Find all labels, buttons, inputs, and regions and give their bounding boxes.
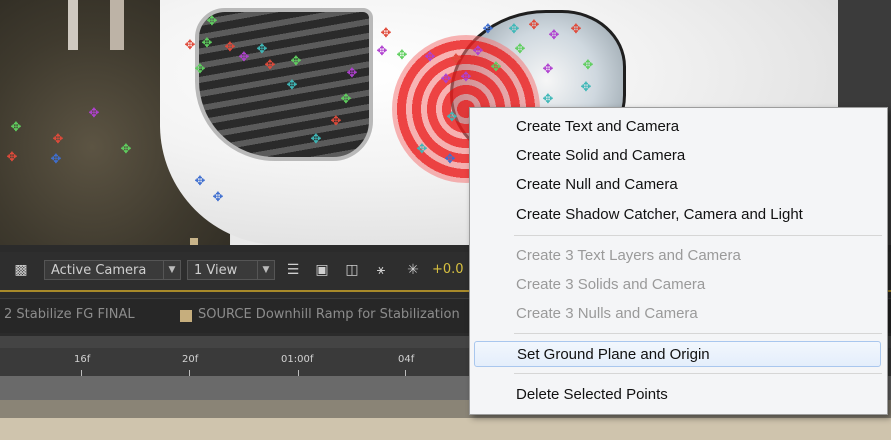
menu-item-create-3-nulls: Create 3 Nulls and Camera [516,305,698,322]
track-point-icon[interactable]: ✥ [264,59,276,72]
track-point-icon[interactable]: ✥ [514,43,526,56]
track-point-icon[interactable]: ✥ [460,71,472,84]
track-point-icon[interactable]: ✥ [440,73,452,86]
track-point-icon[interactable]: ✥ [10,121,22,134]
menu-separator [514,235,882,236]
track-point-icon[interactable]: ✥ [582,59,594,72]
track-point-icon[interactable]: ✥ [340,93,352,106]
track-point-icon[interactable]: ✥ [346,67,358,80]
track-point-icon[interactable]: ✥ [416,143,428,156]
region-of-interest-icon[interactable]: ▣ [313,261,331,279]
track-point-icon[interactable]: ✥ [6,151,18,164]
exposure-reset-icon[interactable]: ✳ [404,261,422,279]
track-point-icon[interactable]: ✥ [194,175,206,188]
context-menu: Create Text and Camera Create Solid and … [469,107,888,415]
menu-item-create-solid-and-camera[interactable]: Create Solid and Camera [474,143,881,169]
car-grille [195,8,373,161]
track-point-icon[interactable]: ✥ [482,23,494,36]
menu-separator [514,333,882,334]
menu-item-create-text-and-camera[interactable]: Create Text and Camera [474,114,881,140]
track-point-icon[interactable]: ✥ [542,63,554,76]
track-point-icon[interactable]: ✥ [570,23,582,36]
track-point-icon[interactable]: ✥ [224,41,236,54]
view-select-value: Active Camera [51,263,147,278]
composition-color-swatch [180,310,192,322]
track-point-icon[interactable]: ✥ [424,51,436,64]
track-point-icon[interactable]: ✥ [444,153,456,166]
layout-select-value: 1 View [194,263,238,278]
viewer-handle[interactable] [190,238,198,245]
track-point-icon[interactable]: ✥ [490,61,502,74]
flowchart-icon[interactable]: ⚹ [372,261,390,279]
chevron-down-icon: ▼ [257,261,274,279]
menu-separator [514,373,882,374]
track-point-icon[interactable]: ✥ [52,133,64,146]
menu-item-create-3-text-layers: Create 3 Text Layers and Camera [516,247,741,264]
track-point-icon[interactable]: ✥ [548,29,560,42]
ruler-tick-label: 20f [182,354,199,365]
view-select[interactable]: Active Camera ▼ [44,260,181,280]
track-point-icon[interactable]: ✥ [286,79,298,92]
menu-item-create-shadow-catcher[interactable]: Create Shadow Catcher, Camera and Light [474,202,881,228]
tab-stabilize[interactable]: 2 Stabilize FG FINAL [4,307,135,322]
snapshot-icon[interactable]: ◫ [343,261,361,279]
transparency-grid-icon[interactable]: ▩ [12,261,30,279]
tab-source[interactable]: SOURCE Downhill Ramp for Stabilization [198,307,460,322]
track-point-icon[interactable]: ✥ [472,45,484,58]
track-point-icon[interactable]: ✥ [508,23,520,36]
track-point-icon[interactable]: ✥ [256,43,268,56]
track-point-icon[interactable]: ✥ [396,49,408,62]
background-legs [60,0,170,50]
track-point-icon[interactable]: ✥ [88,107,100,120]
menu-item-delete-selected-points[interactable]: Delete Selected Points [474,382,881,408]
track-point-icon[interactable]: ✥ [206,15,218,28]
ruler-tick-label: 04f [398,354,415,365]
ruler-tick-label: 01:00f [281,354,314,365]
track-point-icon[interactable]: ✥ [376,45,388,58]
track-point-icon[interactable]: ✥ [542,93,554,106]
menu-item-create-3-solids: Create 3 Solids and Camera [516,276,706,293]
track-point-icon[interactable]: ✥ [238,51,250,64]
track-point-icon[interactable]: ✥ [380,27,392,40]
chevron-down-icon: ▼ [163,261,180,279]
track-point-icon[interactable]: ✥ [580,81,592,94]
track-point-icon[interactable]: ✥ [528,19,540,32]
track-point-icon[interactable]: ✥ [194,63,206,76]
track-point-icon[interactable]: ✥ [50,153,62,166]
menu-item-set-ground-plane-and-origin[interactable]: Set Ground Plane and Origin [474,341,881,367]
ruler-tick-label: 16f [74,354,91,365]
track-point-icon[interactable]: ✥ [184,39,196,52]
footer-bar [0,418,891,440]
track-point-icon[interactable]: ✥ [201,37,213,50]
track-point-icon[interactable]: ✥ [330,115,342,128]
track-point-icon[interactable]: ✥ [290,55,302,68]
exposure-value[interactable]: +0.0 [432,262,464,277]
track-point-icon[interactable]: ✥ [446,111,458,124]
track-point-icon[interactable]: ✥ [450,53,462,66]
layout-select[interactable]: 1 View ▼ [187,260,275,280]
grid-options-icon[interactable]: ☰ [284,261,302,279]
track-point-icon[interactable]: ✥ [212,191,224,204]
menu-item-create-null-and-camera[interactable]: Create Null and Camera [474,172,881,198]
track-point-icon[interactable]: ✥ [310,133,322,146]
track-point-icon[interactable]: ✥ [120,143,132,156]
